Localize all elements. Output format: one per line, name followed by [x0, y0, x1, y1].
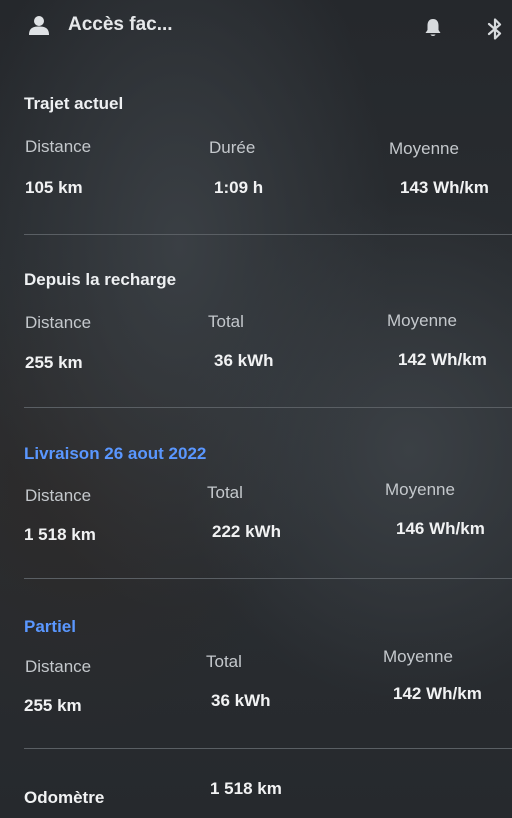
odometer-label: Odomètre	[24, 788, 105, 807]
distance-value: 1 518 km	[24, 525, 96, 544]
section-title[interactable]: Partiel	[24, 617, 76, 637]
average-value: 143 Wh/km	[400, 178, 489, 197]
section-title: Trajet actuel	[24, 94, 124, 113]
average-label: Moyenne	[383, 647, 453, 666]
section-delivery: Livraison 26 aout 2022 Distance Total Mo…	[24, 444, 494, 554]
odometer-value: 1 518 km	[210, 779, 282, 798]
user-profile-button[interactable]: Accès fac...	[28, 10, 173, 40]
average-value: 142 Wh/km	[393, 684, 482, 703]
duration-label: Durée	[209, 138, 256, 157]
energy-value: 36 kWh	[214, 351, 274, 370]
distance-label: Distance	[25, 486, 92, 505]
section-odometer: Odomètre 1 518 km	[24, 778, 494, 812]
bell-icon[interactable]	[424, 18, 442, 38]
distance-value: 105 km	[25, 178, 83, 197]
energy-value: 222 kWh	[212, 522, 281, 541]
total-label: Total	[206, 652, 242, 671]
bluetooth-icon[interactable]	[487, 18, 503, 40]
section-since-charge: Depuis la recharge Distance Total Moyenn…	[24, 270, 494, 380]
distance-value: 255 km	[24, 696, 82, 715]
average-label: Moyenne	[387, 311, 457, 330]
distance-label: Distance	[25, 137, 92, 156]
total-label: Total	[208, 312, 244, 331]
distance-label: Distance	[25, 657, 92, 676]
duration-value: 1:09 h	[214, 178, 264, 197]
user-icon	[29, 16, 49, 35]
divider	[24, 578, 512, 579]
energy-value: 36 kWh	[211, 691, 271, 710]
user-name: Accès fac...	[68, 14, 173, 35]
section-partial: Partiel Distance Total Moyenne 255 km 36…	[24, 617, 494, 727]
section-current-trip: Trajet actuel Distance Durée Moyenne 105…	[24, 94, 494, 204]
distance-label: Distance	[25, 313, 92, 332]
average-label: Moyenne	[385, 480, 455, 499]
top-bar: Accès fac...	[0, 0, 512, 56]
divider	[24, 748, 512, 749]
distance-value: 255 km	[25, 353, 83, 372]
divider	[24, 407, 512, 408]
divider	[24, 234, 512, 235]
average-label: Moyenne	[389, 139, 459, 158]
section-title[interactable]: Livraison 26 aout 2022	[24, 444, 206, 464]
average-value: 142 Wh/km	[398, 350, 487, 369]
section-title: Depuis la recharge	[24, 270, 177, 289]
total-label: Total	[207, 483, 243, 502]
average-value: 146 Wh/km	[396, 519, 485, 538]
